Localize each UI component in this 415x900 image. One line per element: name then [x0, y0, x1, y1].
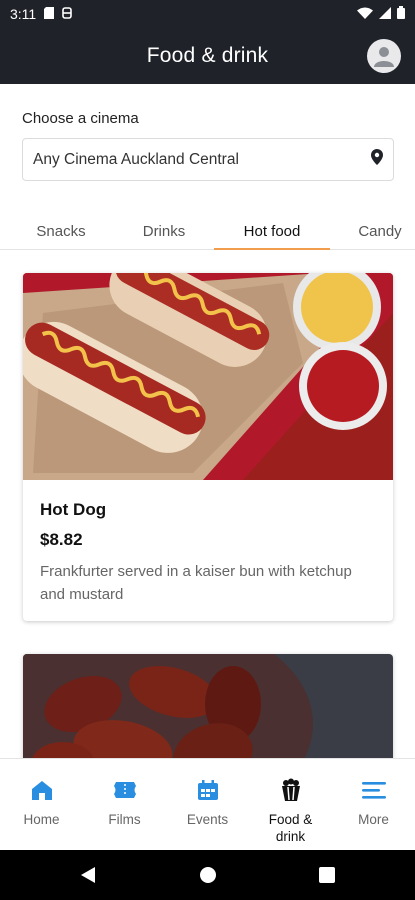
bottom-navigation: Home Films Events Food & drink More — [0, 758, 415, 850]
nav-films-label: Films — [108, 812, 141, 827]
cinema-label: Choose a cinema — [22, 110, 139, 127]
nav-films[interactable]: Films — [83, 759, 166, 850]
product-description: Frankfurter served in a kaiser bun with … — [40, 563, 352, 603]
wifi-icon — [357, 6, 373, 22]
hot-dog-image — [23, 273, 393, 480]
nav-more-label: More — [358, 812, 389, 827]
ticket-icon — [112, 777, 138, 803]
product-card-hot-dog[interactable]: Hot Dog $8.82 Frankfurter served in a ka… — [23, 273, 393, 621]
battery-icon — [397, 6, 405, 22]
tab-active-indicator — [214, 248, 330, 250]
location-pin-icon — [371, 149, 383, 170]
user-icon — [374, 47, 394, 67]
nav-food-and-drink[interactable]: Food & drink — [249, 759, 332, 850]
product-card-body: Hot Dog $8.82 Frankfurter served in a ka… — [23, 480, 393, 606]
nav-more[interactable]: More — [332, 759, 415, 850]
home-circle-icon — [200, 867, 216, 883]
screen: 3:11 Food & drink Choose a cinema Any Ci… — [0, 0, 415, 900]
cinema-select[interactable]: Any Cinema Auckland Central — [22, 138, 394, 181]
status-bar: 3:11 — [0, 0, 415, 28]
page-title: Food & drink — [146, 44, 269, 67]
nav-food-and-drink-label: Food & drink — [268, 812, 313, 844]
nav-events[interactable]: Events — [166, 759, 249, 850]
nav-home-label: Home — [23, 812, 60, 827]
recents-square-icon — [319, 867, 335, 883]
tab-candy[interactable]: Candy — [338, 212, 415, 250]
popcorn-icon — [278, 777, 304, 803]
tab-drinks[interactable]: Drinks — [116, 212, 212, 250]
status-icons — [357, 6, 405, 22]
menu-icon — [361, 777, 387, 803]
nav-events-label: Events — [186, 812, 229, 827]
sd-card-icon — [44, 6, 55, 22]
account-avatar-button[interactable] — [367, 39, 401, 73]
back-triangle-icon — [81, 867, 95, 883]
product-price: $8.82 — [40, 530, 83, 549]
product-name: Hot Dog — [40, 500, 107, 519]
home-icon — [29, 777, 55, 803]
tab-snacks[interactable]: Snacks — [14, 212, 108, 250]
system-recents-button[interactable] — [297, 850, 357, 900]
sync-icon — [62, 6, 73, 22]
calendar-icon — [195, 777, 221, 803]
system-navigation-bar — [0, 850, 415, 900]
system-back-button[interactable] — [58, 850, 118, 900]
system-home-button[interactable] — [178, 850, 238, 900]
category-tabs: Snacks Drinks Hot food Candy — [0, 212, 415, 250]
status-time: 3:11 — [10, 6, 37, 22]
nav-home[interactable]: Home — [0, 759, 83, 850]
cinema-select-value: Any Cinema Auckland Central — [33, 150, 239, 168]
signal-icon — [379, 6, 391, 22]
app-bar: Food & drink — [0, 28, 415, 84]
tab-hot-food[interactable]: Hot food — [214, 212, 330, 250]
